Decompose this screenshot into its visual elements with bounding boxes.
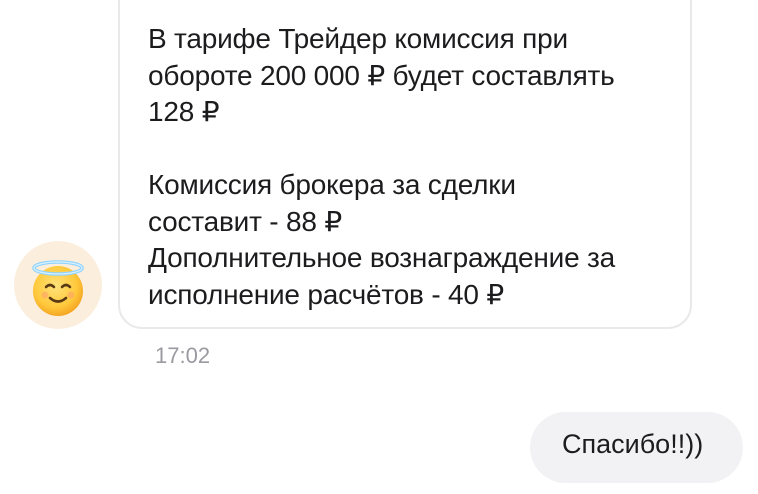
incoming-message-text: В тарифе Трейдер комиссия при обороте 20… [148,23,616,310]
halo-smiley-icon [32,260,84,316]
outgoing-message-text: Спасибо!!)) [562,429,704,459]
avatar[interactable] [14,241,102,329]
chat-screen: В тарифе Трейдер комиссия при обороте 20… [0,0,758,494]
message-timestamp: 17:02 [155,343,211,368]
